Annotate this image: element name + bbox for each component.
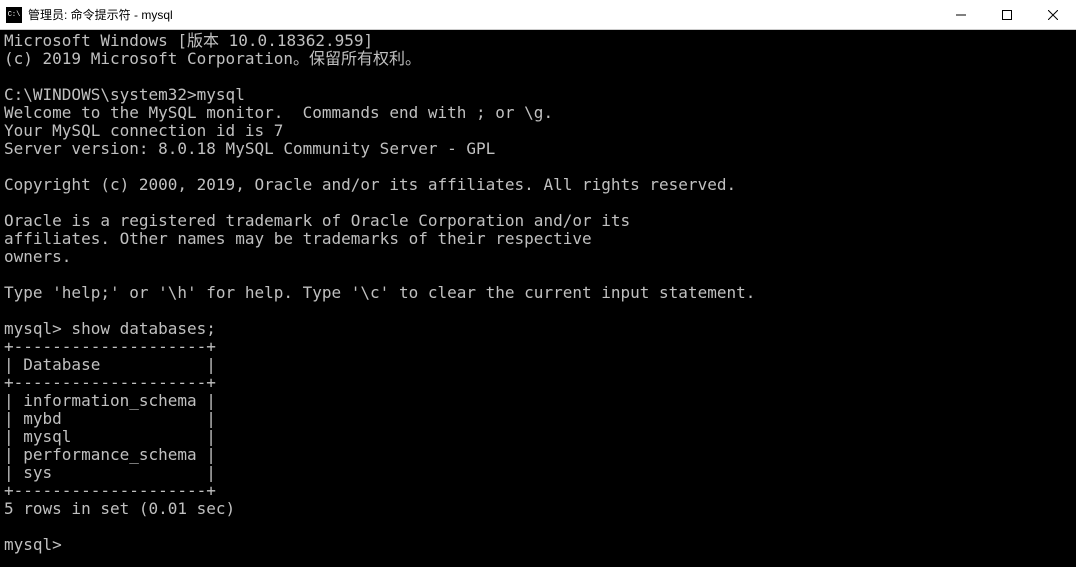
terminal-line: | mybd |: [4, 410, 1072, 428]
terminal-line: mysql>: [4, 536, 1072, 554]
window-title: 管理员: 命令提示符 - mysql: [28, 6, 173, 23]
terminal-line: [4, 194, 1072, 212]
terminal-output[interactable]: Microsoft Windows [版本 10.0.18362.959](c)…: [0, 30, 1076, 567]
terminal-line: [4, 158, 1072, 176]
terminal-line: Type 'help;' or '\h' for help. Type '\c'…: [4, 284, 1072, 302]
terminal-line: | sys |: [4, 464, 1072, 482]
terminal-line: +--------------------+: [4, 338, 1072, 356]
minimize-icon: [956, 10, 966, 20]
terminal-line: Your MySQL connection id is 7: [4, 122, 1072, 140]
cmd-icon: [6, 7, 22, 23]
terminal-line: (c) 2019 Microsoft Corporation。保留所有权利。: [4, 50, 1072, 68]
terminal-line: Server version: 8.0.18 MySQL Community S…: [4, 140, 1072, 158]
terminal-line: | Database |: [4, 356, 1072, 374]
terminal-line: Oracle is a registered trademark of Orac…: [4, 212, 1072, 230]
terminal-line: +--------------------+: [4, 482, 1072, 500]
terminal-line: C:\WINDOWS\system32>mysql: [4, 86, 1072, 104]
terminal-line: Copyright (c) 2000, 2019, Oracle and/or …: [4, 176, 1072, 194]
terminal-line: | mysql |: [4, 428, 1072, 446]
maximize-icon: [1002, 10, 1012, 20]
terminal-line: owners.: [4, 248, 1072, 266]
maximize-button[interactable]: [984, 0, 1030, 29]
terminal-line: +--------------------+: [4, 374, 1072, 392]
terminal-line: [4, 266, 1072, 284]
close-button[interactable]: [1030, 0, 1076, 29]
window-titlebar: 管理员: 命令提示符 - mysql: [0, 0, 1076, 30]
terminal-line: [4, 518, 1072, 536]
terminal-line: mysql> show databases;: [4, 320, 1072, 338]
close-icon: [1048, 10, 1058, 20]
terminal-line: affiliates. Other names may be trademark…: [4, 230, 1072, 248]
titlebar-left: 管理员: 命令提示符 - mysql: [0, 6, 173, 23]
window-controls: [938, 0, 1076, 29]
terminal-line: 5 rows in set (0.01 sec): [4, 500, 1072, 518]
terminal-line: Welcome to the MySQL monitor. Commands e…: [4, 104, 1072, 122]
terminal-line: Microsoft Windows [版本 10.0.18362.959]: [4, 32, 1072, 50]
terminal-line: | performance_schema |: [4, 446, 1072, 464]
terminal-line: | information_schema |: [4, 392, 1072, 410]
terminal-line: [4, 302, 1072, 320]
terminal-line: [4, 68, 1072, 86]
minimize-button[interactable]: [938, 0, 984, 29]
